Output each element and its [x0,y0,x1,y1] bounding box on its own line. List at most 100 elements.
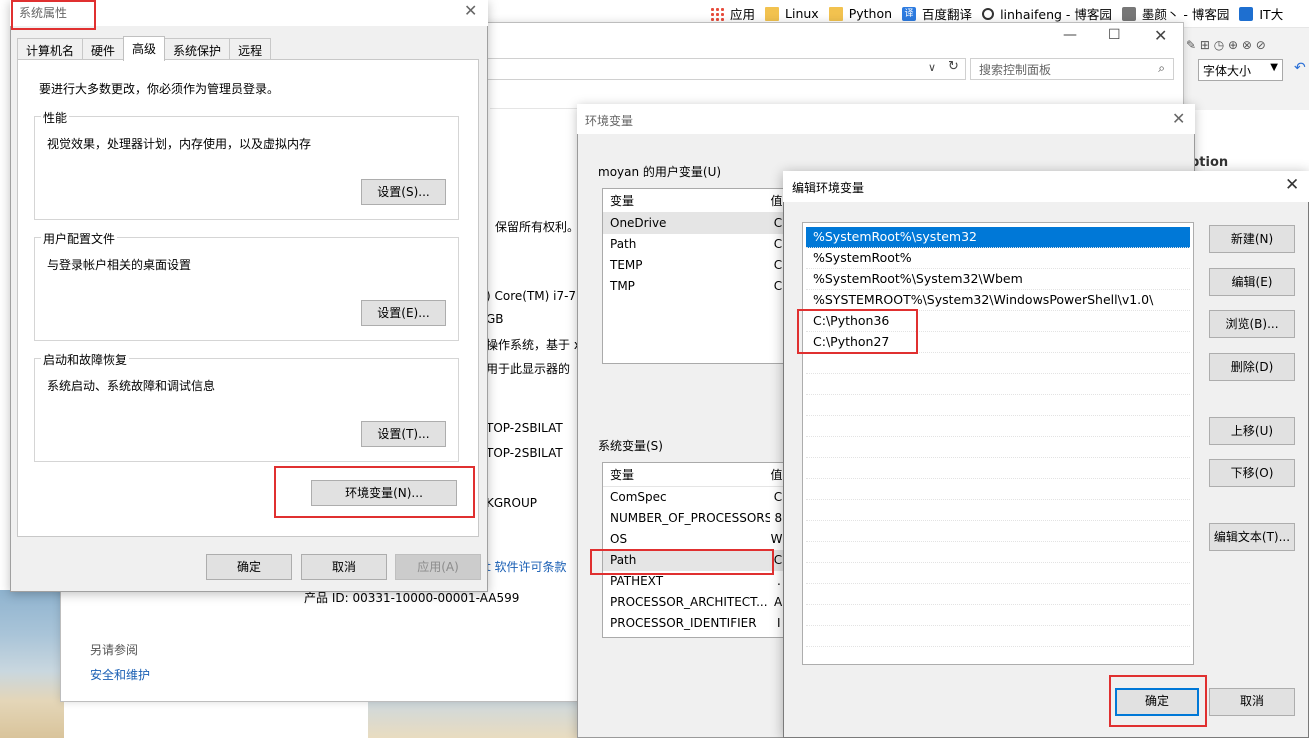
user-profiles-settings-button[interactable]: 设置(E)... [361,300,446,326]
startup-recovery-group: 启动和故障恢复 系统启动、系统故障和调试信息 设置(T)... [34,351,459,462]
translate-icon: 译 [902,6,917,21]
maximize-icon[interactable]: ☐ [1108,27,1121,43]
list-item[interactable]: NUMBER_OF_PROCESSORS 8 [603,508,786,529]
wallpaper-fragment [0,590,64,738]
empty-row[interactable] [806,458,1190,479]
system-properties-title: 系统属性 [19,6,68,20]
highlight-box [274,466,475,518]
close-icon[interactable]: ✕ [1285,175,1299,195]
security-maintenance-link[interactable]: 安全和维护 [90,666,150,683]
performance-desc: 视觉效果，处理器计划，内存使用，以及虚拟内存 [47,137,312,151]
license-terms-link[interactable]: t 软件许可条款 [486,558,567,575]
environment-variables-titlebar[interactable] [577,104,1195,134]
apply-button[interactable]: 应用(A) [395,554,481,580]
empty-row[interactable] [806,521,1190,542]
startup-recovery-label: 启动和故障恢复 [41,351,130,368]
user-variables-label: moyan 的用户变量(U) [598,165,722,179]
list-item[interactable]: OS W [603,529,786,550]
empty-row[interactable] [806,500,1190,521]
font-size-select[interactable]: 字体大小 ▼ [1198,59,1283,81]
browse-button[interactable]: 浏览(B)... [1209,310,1295,338]
column-header-variable[interactable]: 变量 [603,463,766,486]
list-item[interactable]: OneDrive C [603,213,786,234]
startup-recovery-desc: 系统启动、系统故障和调试信息 [47,379,216,393]
move-up-button[interactable]: 上移(U) [1209,417,1295,445]
see-also-heading: 另请参阅 [90,643,139,657]
admin-note: 要进行大多数更改，你必须作为管理员登录。 [39,82,280,96]
tab-hardware[interactable]: 硬件 [82,38,125,60]
path-list[interactable]: %SystemRoot%\system32 %SystemRoot% %Syst… [802,222,1194,665]
tab-bar: 计算机名 硬件 高级 系统保护 远程 [17,36,272,61]
list-item[interactable]: PROCESSOR_IDENTIFIER I [603,613,786,634]
search-icon: ⌕ [1158,61,1165,75]
tab-system-protection[interactable]: 系统保护 [164,38,231,60]
ram-value: GB [486,312,504,326]
bookmark-apps[interactable]: 应用 [710,4,755,23]
column-header-variable[interactable]: 变量 [603,189,766,212]
list-item[interactable]: Path C [603,234,786,255]
empty-row[interactable] [806,437,1190,458]
edit-env-title: 编辑环境变量 [792,181,865,195]
performance-settings-button[interactable]: 设置(S)... [361,179,446,205]
delete-button[interactable]: 删除(D) [1209,353,1295,381]
close-icon[interactable]: ✕ [1172,109,1185,128]
environment-variables-title: 环境变量 [585,114,634,128]
folder-icon [828,6,843,21]
path-entry[interactable]: %SystemRoot%\system32 [806,227,1190,248]
path-entry[interactable]: %SYSTEMROOT%\System32\WindowsPowerShell\… [806,290,1190,311]
highlight-box [1109,675,1207,727]
list-item[interactable]: PROCESSOR_ARCHITECT... A [603,592,786,613]
minimize-icon[interactable]: — [1063,27,1077,43]
wallpaper-fragment-bottom [368,700,578,738]
bookmark-linhaifeng[interactable]: linhaifeng - 博客园 [982,4,1112,23]
list-item[interactable]: TMP C [603,276,786,297]
new-button[interactable]: 新建(N) [1209,225,1295,253]
cnblogs-icon [982,7,995,20]
empty-row[interactable] [806,353,1190,374]
performance-label: 性能 [41,109,70,126]
empty-row[interactable] [806,374,1190,395]
refresh-icon[interactable]: ↻ [948,59,959,74]
cancel-button[interactable]: 取消 [301,554,387,580]
startup-settings-button[interactable]: 设置(T)... [361,421,446,447]
list-item[interactable]: TEMP C [603,255,786,276]
apps-grid-icon [710,6,724,21]
tab-remote[interactable]: 远程 [229,38,272,60]
move-down-button[interactable]: 下移(O) [1209,459,1295,487]
close-icon[interactable]: ✕ [464,1,477,20]
performance-group: 性能 视觉效果，处理器计划，内存使用，以及虚拟内存 设置(S)... [34,109,459,220]
bookmark-it[interactable]: IT大 [1239,4,1283,23]
tab-advanced[interactable]: 高级 [123,36,166,61]
empty-row[interactable] [806,479,1190,500]
cancel-button[interactable]: 取消 [1209,688,1295,716]
list-item[interactable]: ComSpec C [603,487,786,508]
chevron-down-icon[interactable]: ∨ [928,61,936,74]
empty-row[interactable] [806,542,1190,563]
undo-icon[interactable]: ↶ [1294,60,1306,76]
empty-row[interactable] [806,605,1190,626]
empty-row[interactable] [806,626,1190,647]
bookmark-moyan[interactable]: 墨颜丶 - 博客园 [1121,4,1229,23]
ok-button[interactable]: 确定 [206,554,292,580]
computer-name-value: TOP-2SBILAT [486,421,563,435]
edit-text-button[interactable]: 编辑文本(T)... [1209,523,1295,551]
user-variables-list[interactable]: 变量 值 OneDrive C Path C TEMP C TMP C [602,188,787,364]
edit-button[interactable]: 编辑(E) [1209,268,1295,296]
empty-row[interactable] [806,416,1190,437]
system-variables-label: 系统变量(S) [598,439,663,453]
bookmark-linux[interactable]: Linux [765,6,819,21]
close-icon[interactable]: ✕ [1154,26,1167,45]
search-input[interactable]: 搜索控制面板 ⌕ [970,58,1174,80]
bookmark-python[interactable]: Python [828,6,892,21]
path-entry[interactable]: %SystemRoot%\System32\Wbem [806,269,1190,290]
path-entry[interactable]: %SystemRoot% [806,248,1190,269]
list-header: 变量 值 [603,189,786,213]
folder-icon [765,6,780,21]
tab-computer-name[interactable]: 计算机名 [17,38,84,60]
empty-row[interactable] [806,563,1190,584]
empty-row[interactable] [806,395,1190,416]
empty-row[interactable] [806,584,1190,605]
address-bar[interactable] [430,58,966,80]
toolbar-icons: ✎ ⊞ ◷ ⊕ ⊗ ⊘ [1186,38,1266,52]
bookmark-baidu-fanyi[interactable]: 译百度翻译 [902,4,972,23]
